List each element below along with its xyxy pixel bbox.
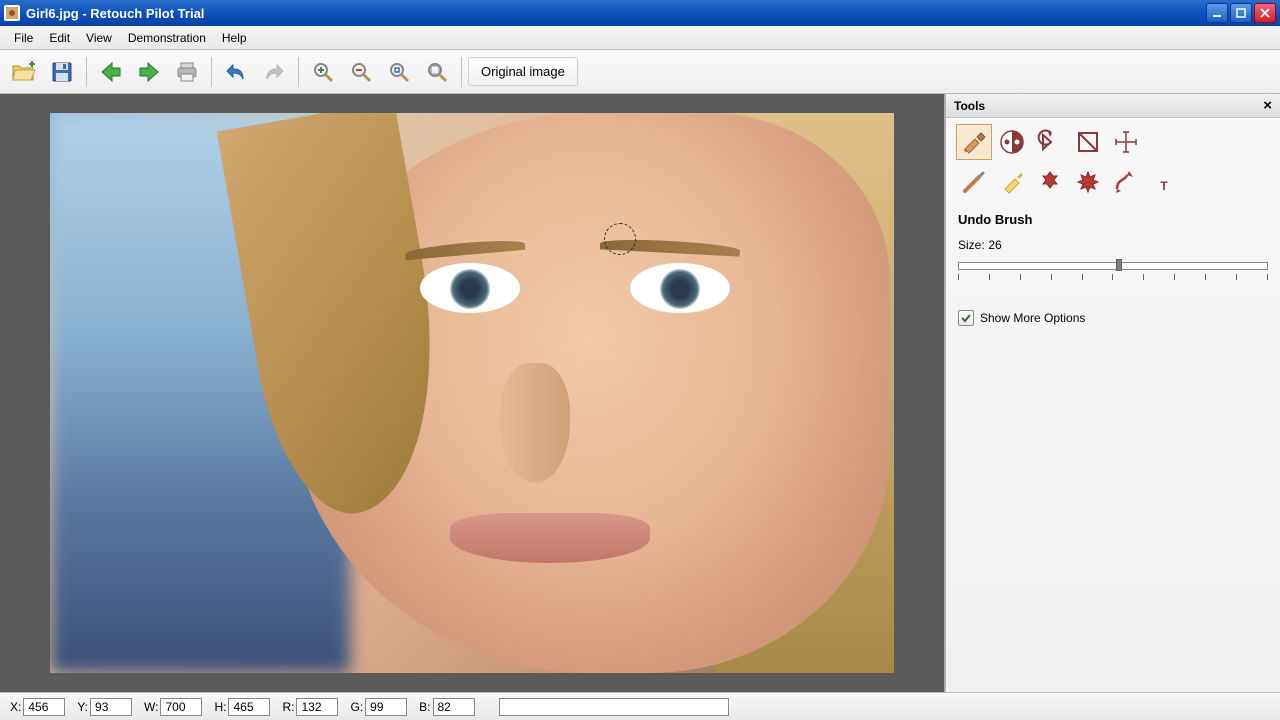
tool-resize[interactable] <box>1108 124 1144 160</box>
undo-button[interactable] <box>218 54 254 90</box>
status-x-value: 456 <box>23 698 65 716</box>
maximize-button[interactable] <box>1230 3 1252 23</box>
toolbar: Original image <box>0 50 1280 94</box>
open-button[interactable] <box>6 54 42 90</box>
size-label: Size: <box>958 238 985 252</box>
status-y-value: 93 <box>90 698 132 716</box>
tool-text[interactable]: T <box>1146 164 1182 200</box>
tools-close-button[interactable]: × <box>1263 97 1272 114</box>
active-tool-label: Undo Brush <box>946 206 1280 233</box>
status-g-value: 99 <box>365 698 407 716</box>
menu-help[interactable]: Help <box>214 28 255 48</box>
tool-smart-patch[interactable] <box>994 164 1030 200</box>
status-r-value: 132 <box>296 698 338 716</box>
canvas-area[interactable] <box>0 94 945 692</box>
menu-view[interactable]: View <box>78 28 120 48</box>
tool-crop[interactable] <box>1070 124 1106 160</box>
minimize-button[interactable] <box>1206 3 1228 23</box>
app-icon <box>4 5 20 21</box>
titlebar: Girl6.jpg - Retouch Pilot Trial <box>0 0 1280 26</box>
statusbar: X:456 Y:93 W:700 H:465 R:132 G:99 B:82 <box>0 692 1280 720</box>
status-b-value: 82 <box>433 698 475 716</box>
tool-undo-brush[interactable] <box>956 124 992 160</box>
status-w-value: 700 <box>160 698 202 716</box>
brush-cursor-icon <box>604 223 636 255</box>
tool-rotate[interactable] <box>1032 124 1068 160</box>
zoom-fit-button[interactable] <box>381 54 417 90</box>
forward-button[interactable] <box>131 54 167 90</box>
status-h-label: H: <box>214 700 226 714</box>
tool-color-balance[interactable] <box>994 124 1030 160</box>
tools-panel: Tools × <box>945 94 1280 692</box>
menu-file[interactable]: File <box>6 28 41 48</box>
show-more-options-label: Show More Options <box>980 311 1085 325</box>
status-g-label: G: <box>350 700 363 714</box>
status-x-label: X: <box>10 700 21 714</box>
close-button[interactable] <box>1254 3 1276 23</box>
tool-concealer[interactable] <box>1032 164 1068 200</box>
status-progress-panel <box>499 698 729 716</box>
status-w-label: W: <box>144 700 158 714</box>
show-more-options-checkbox[interactable] <box>958 310 974 326</box>
menubar: File Edit View Demonstration Help <box>0 26 1280 50</box>
save-button[interactable] <box>44 54 80 90</box>
size-value: 26 <box>988 238 1001 252</box>
menu-edit[interactable]: Edit <box>41 28 78 48</box>
status-b-label: B: <box>419 700 430 714</box>
status-h-value: 465 <box>228 698 270 716</box>
status-y-label: Y: <box>77 700 88 714</box>
print-button[interactable] <box>169 54 205 90</box>
redo-button[interactable] <box>256 54 292 90</box>
status-r-label: R: <box>282 700 294 714</box>
original-image-button[interactable]: Original image <box>468 57 578 86</box>
menu-demonstration[interactable]: Demonstration <box>120 28 214 48</box>
back-button[interactable] <box>93 54 129 90</box>
zoom-actual-button[interactable] <box>419 54 455 90</box>
tool-clone[interactable] <box>1070 164 1106 200</box>
svg-text:T: T <box>1160 179 1168 193</box>
image-canvas[interactable] <box>50 113 894 673</box>
tools-panel-title: Tools <box>954 99 985 113</box>
window-title: Girl6.jpg - Retouch Pilot Trial <box>26 6 1206 21</box>
tool-scratch-remover[interactable] <box>956 164 992 200</box>
zoom-in-button[interactable] <box>305 54 341 90</box>
tool-elastic[interactable] <box>1108 164 1144 200</box>
zoom-out-button[interactable] <box>343 54 379 90</box>
size-slider[interactable] <box>958 260 1268 290</box>
